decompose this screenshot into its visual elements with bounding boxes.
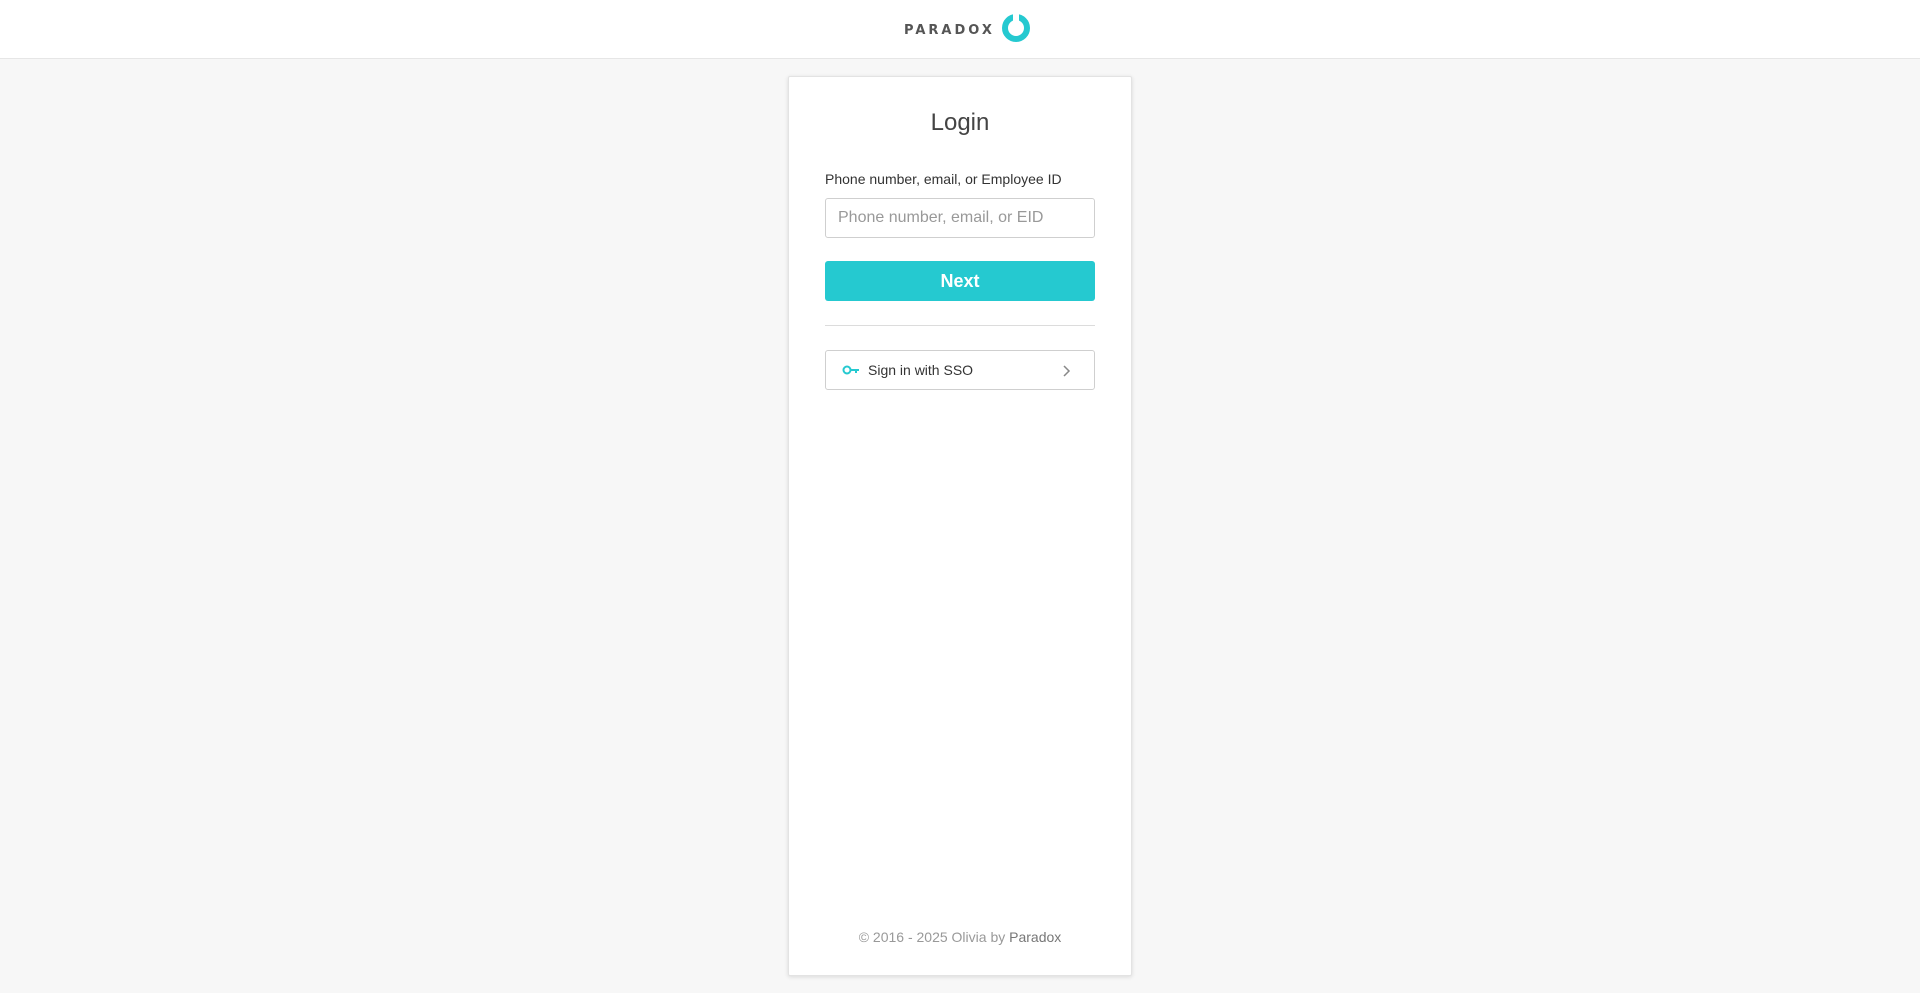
divider: [825, 325, 1095, 326]
paradox-logo[interactable]: PARADOX: [904, 12, 1031, 48]
paradox-ring-icon: [1001, 12, 1031, 48]
sso-label: Sign in with SSO: [868, 362, 974, 378]
key-icon: [842, 363, 860, 377]
logo-text: PARADOX: [904, 22, 995, 38]
identifier-label: Phone number, email, or Employee ID: [825, 171, 1062, 187]
identifier-input[interactable]: [825, 198, 1095, 238]
page-title: Login: [930, 109, 990, 136]
top-bar: PARADOX: [0, 0, 1920, 59]
copyright-text: © 2016 - 2025 Olivia by: [858, 929, 1006, 945]
footer: © 2016 - 2025 Olivia by Paradox: [789, 929, 1131, 945]
sso-button[interactable]: Sign in with SSO: [825, 350, 1095, 390]
login-card: Login Phone number, email, or Employee I…: [788, 76, 1132, 976]
next-button[interactable]: Next: [825, 261, 1095, 301]
chevron-right-icon: [1062, 364, 1072, 378]
footer-brand-link[interactable]: Paradox: [1009, 929, 1061, 945]
